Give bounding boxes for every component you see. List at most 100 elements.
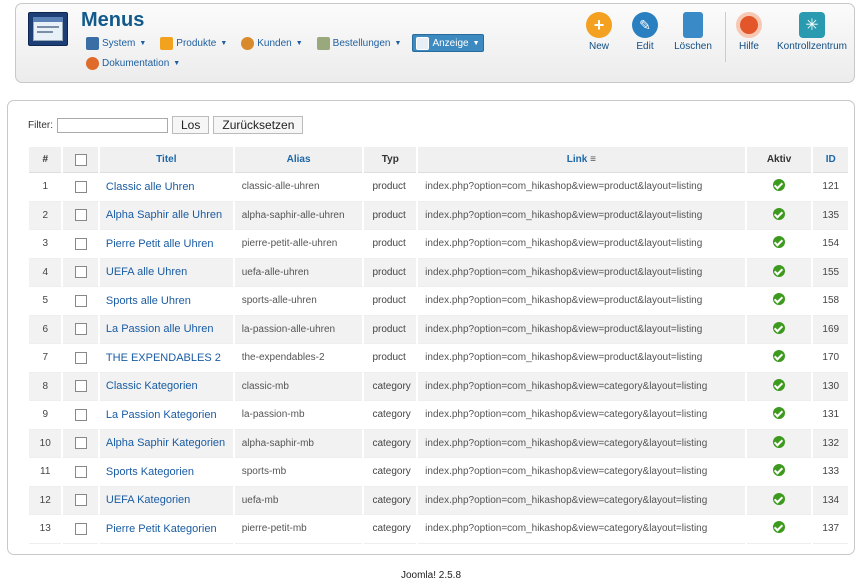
row-alias: alpha-saphir-alle-uhren [234,201,363,230]
row-id: 131 [813,401,848,430]
row-checkbox[interactable] [74,408,87,421]
row-title-link[interactable]: Pierre Petit alle Uhren [99,230,233,259]
col-select-all [63,147,98,173]
row-number: 2 [29,201,62,230]
row-number: 11 [29,458,62,487]
menu-bestellungen[interactable]: Bestellungen ▼ [314,34,405,52]
select-all-checkbox[interactable] [74,153,87,166]
control-center-button-label: Kontrollzentrum [776,41,848,52]
row-active-cell [746,258,812,287]
row-checkbox[interactable] [74,266,87,279]
row-active-cell [746,372,812,401]
new-button-label: New [588,41,609,52]
col-alias[interactable]: Alias [234,147,363,173]
col-title[interactable]: Titel [99,147,233,173]
col-type[interactable]: Typ [364,147,417,173]
row-title-link[interactable]: Classic Kategorien [99,372,233,401]
row-checkbox[interactable] [74,323,87,336]
col-id[interactable]: ID [813,147,848,173]
row-link: index.php?option=com_hikashop&view=produ… [418,315,745,344]
checkmark-icon[interactable] [773,207,786,220]
row-title-link[interactable]: THE EXPENDABLES 2 [99,344,233,373]
row-checkbox[interactable] [74,522,87,535]
row-checkbox[interactable] [74,209,87,222]
menu-kunden[interactable]: Kunden ▼ [238,34,305,52]
page-title: Menus [81,9,145,31]
row-checkbox[interactable] [74,437,87,450]
row-checkbox[interactable] [74,380,87,393]
row-alias: uefa-mb [234,486,363,515]
row-title-link[interactable]: Sports alle Uhren [99,287,233,316]
trash-icon [683,12,703,38]
menu-anzeige[interactable]: Anzeige ▼ [412,34,484,52]
menu-system-label: System [102,37,136,49]
row-title-link[interactable]: Alpha Saphir Kategorien [99,429,233,458]
delete-button[interactable]: Löschen [668,12,718,62]
checkmark-icon[interactable] [773,407,786,420]
row-active-cell [746,344,812,373]
menu-system[interactable]: System ▼ [83,34,149,52]
checkmark-icon[interactable] [773,179,786,192]
help-button[interactable]: Hilfe [733,12,765,62]
row-title-link[interactable]: La Passion Kategorien [99,401,233,430]
filter-input[interactable] [57,117,168,133]
checkmark-icon[interactable] [773,492,786,505]
row-type: category [364,486,417,515]
col-active[interactable]: Aktiv [746,147,812,173]
row-active-cell [746,401,812,430]
row-select-cell [63,315,98,344]
toolbar-divider [725,12,726,62]
row-type: product [364,315,417,344]
control-center-button[interactable]: ✳ Kontrollzentrum [771,12,853,62]
row-active-cell [746,230,812,259]
checkmark-icon[interactable] [773,293,786,306]
checkmark-icon[interactable] [773,350,786,363]
row-checkbox[interactable] [74,237,87,250]
toolbar: + New ✎ Edit Löschen Hilfe ✳ Kontrollzen… [576,12,853,62]
row-title-link[interactable]: UEFA Kategorien [99,486,233,515]
row-title-link[interactable]: UEFA alle Uhren [99,258,233,287]
table-row: 13 Pierre Petit Kategorien pierre-petit-mb… [29,515,848,544]
row-active-cell [746,458,812,487]
lifebuoy-icon [736,12,762,38]
row-title-link[interactable]: La Passion alle Uhren [99,315,233,344]
row-title-link[interactable]: Pierre Petit Kategorien [99,515,233,544]
row-checkbox[interactable] [74,494,87,507]
row-active-cell [746,486,812,515]
row-title-link[interactable]: Alpha Saphir alle Uhren [99,201,233,230]
row-checkbox[interactable] [74,351,87,364]
checkmark-icon[interactable] [773,378,786,391]
row-title-link[interactable]: Sports Kategorien [99,458,233,487]
row-title-link[interactable]: Classic alle Uhren [99,173,233,202]
checkmark-icon[interactable] [773,236,786,249]
tools-icon [86,36,99,50]
help-button-label: Hilfe [738,41,759,52]
menu-dokumentation[interactable]: Dokumentation ▼ [83,54,183,72]
table-row: 11 Sports Kategorien sports-mb category inde… [29,458,848,487]
edit-button[interactable]: ✎ Edit [622,12,668,62]
row-type: category [364,429,417,458]
col-link[interactable]: Link ≡ [418,147,745,173]
menu-produkte[interactable]: Produkte ▼ [157,34,230,52]
row-checkbox[interactable] [74,294,87,307]
row-number: 12 [29,486,62,515]
filter-label: Filter: [28,119,53,131]
row-link: index.php?option=com_hikashop&view=produ… [418,230,745,259]
go-button[interactable]: Los [172,116,210,134]
table-row: 8 Classic Kategorien classic-mb category ind… [29,372,848,401]
reset-button[interactable]: Zurücksetzen [213,116,304,134]
checkmark-icon[interactable] [773,435,786,448]
row-id: 121 [813,173,848,202]
row-checkbox[interactable] [74,465,87,478]
row-checkbox[interactable] [74,180,87,193]
checkmark-icon[interactable] [773,464,786,477]
control-center-icon: ✳ [799,12,825,38]
header-panel: Menus System ▼ Produkte ▼ Kunden ▼ Bestellu… [15,3,855,83]
table-row: 3 Pierre Petit alle Uhren pierre-petit-all… [29,230,848,259]
checkmark-icon[interactable] [773,521,786,534]
row-id: 134 [813,486,848,515]
checkmark-icon[interactable] [773,264,786,277]
checkmark-icon[interactable] [773,321,786,334]
chevron-down-icon: ▼ [472,39,480,47]
new-button[interactable]: + New [576,12,622,62]
